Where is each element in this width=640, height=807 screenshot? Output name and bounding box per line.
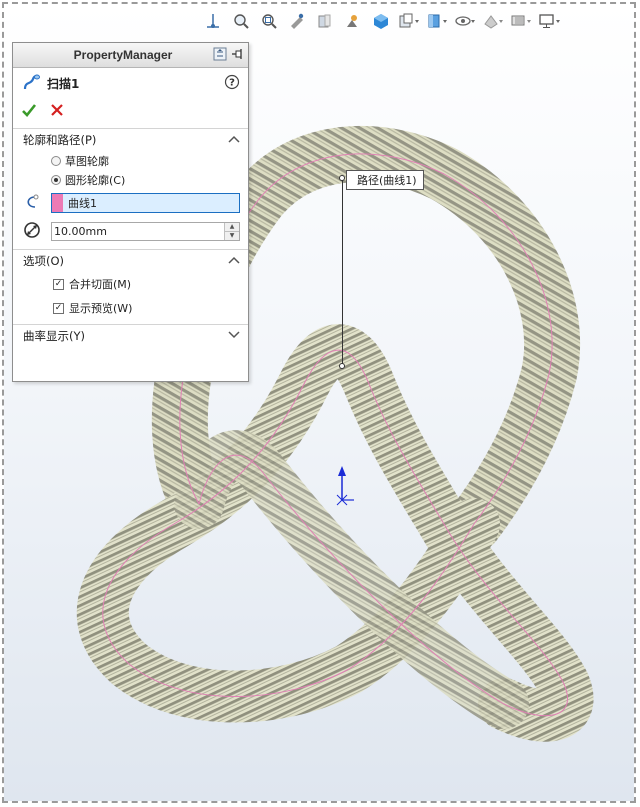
heads-up-view-toolbar xyxy=(200,9,562,33)
section-view-icon[interactable] xyxy=(312,10,338,32)
diameter-input[interactable]: 10.00mm ▲ ▼ xyxy=(51,221,240,241)
spin-up-icon[interactable]: ▲ xyxy=(225,222,239,231)
path-field-row: 曲线1 xyxy=(13,189,248,217)
graphics-area[interactable]: 路径(曲线1) PropertyManager 扫描1 ? 轮廓和路径(P) 草… xyxy=(4,4,634,801)
checkbox-label: 显示预览(W) xyxy=(69,302,133,315)
cancel-button[interactable] xyxy=(49,102,65,121)
previous-view-icon[interactable] xyxy=(284,10,310,32)
origin-triad-icon xyxy=(336,466,354,506)
radio-label: 圆形轮廓(C) xyxy=(65,173,126,187)
selection-color-swatch xyxy=(52,194,63,212)
curvature-group-title: 曲率显示(Y) xyxy=(23,329,85,343)
path-selection-box[interactable]: 曲线1 xyxy=(51,193,240,213)
feature-name: 扫描1 xyxy=(47,76,80,91)
path-icon xyxy=(23,194,41,213)
sweep-feature-icon xyxy=(21,73,41,94)
edit-appearance-icon[interactable] xyxy=(452,10,478,32)
zoom-to-fit-icon[interactable] xyxy=(228,10,254,32)
options-group-title: 选项(O) xyxy=(23,254,65,268)
checkbox[interactable]: ✓ xyxy=(53,278,64,290)
pin-icon[interactable] xyxy=(230,47,244,64)
profile-path-group-title: 轮廓和路径(P) xyxy=(23,133,97,147)
svg-text:?: ? xyxy=(229,77,235,88)
path-selection-point[interactable] xyxy=(339,363,345,369)
hide-show-icon[interactable] xyxy=(424,10,450,32)
display-style-icon[interactable] xyxy=(396,10,422,32)
path-callout[interactable]: 路径(曲线1) xyxy=(346,170,424,190)
diameter-spinner[interactable]: ▲ ▼ xyxy=(224,222,239,240)
callout-leader-line xyxy=(342,178,343,368)
view-cube-icon[interactable] xyxy=(368,10,394,32)
options-group-header[interactable]: 选项(O) xyxy=(13,250,248,272)
view-settings-icon[interactable] xyxy=(508,10,534,32)
help-icon[interactable]: ? xyxy=(224,74,240,93)
pm-title: PropertyManager xyxy=(73,48,173,62)
checkbox-show-preview[interactable]: ✓ 显示预览(W) xyxy=(13,296,248,320)
ok-button[interactable] xyxy=(21,102,37,121)
callout-anchor-dot xyxy=(339,175,345,181)
view-orientation-icon[interactable] xyxy=(200,10,226,32)
diameter-field-row: 10.00mm ▲ ▼ xyxy=(13,217,248,245)
pm-header: PropertyManager xyxy=(13,43,248,68)
zoom-to-area-icon[interactable] xyxy=(256,10,282,32)
checkbox[interactable]: ✓ xyxy=(53,302,64,314)
pm-expand-icon[interactable] xyxy=(213,47,227,64)
dynamic-annotation-icon[interactable] xyxy=(340,10,366,32)
radio-circular-profile[interactable]: 圆形轮廓(C) xyxy=(13,170,248,189)
radio-sketch-profile[interactable]: 草图轮廓 xyxy=(13,151,248,170)
property-manager-panel: PropertyManager 扫描1 ? 轮廓和路径(P) 草图轮廓 圆形轮廓… xyxy=(12,42,249,382)
curvature-group-header[interactable]: 曲率显示(Y) xyxy=(13,325,248,347)
diameter-icon xyxy=(23,221,41,242)
radio-button[interactable] xyxy=(51,155,61,166)
radio-label: 草图轮廓 xyxy=(65,154,109,168)
path-value: 曲线1 xyxy=(68,197,97,210)
checkbox-merge-tangent-faces[interactable]: ✓ 合并切面(M) xyxy=(13,272,248,296)
checkbox-label: 合并切面(M) xyxy=(69,278,132,291)
diameter-value: 10.00mm xyxy=(54,224,107,238)
spin-down-icon[interactable]: ▼ xyxy=(225,230,239,240)
profile-path-group-header[interactable]: 轮廓和路径(P) xyxy=(13,129,248,151)
expand-chevron-icon[interactable] xyxy=(228,330,240,342)
collapse-chevron-icon[interactable] xyxy=(228,256,240,267)
collapse-chevron-icon[interactable] xyxy=(228,135,240,146)
apply-scene-icon[interactable] xyxy=(480,10,506,32)
radio-button[interactable] xyxy=(51,174,61,185)
callout-label: 路径(曲线1) xyxy=(357,174,417,187)
monitor-icon[interactable] xyxy=(536,10,562,32)
